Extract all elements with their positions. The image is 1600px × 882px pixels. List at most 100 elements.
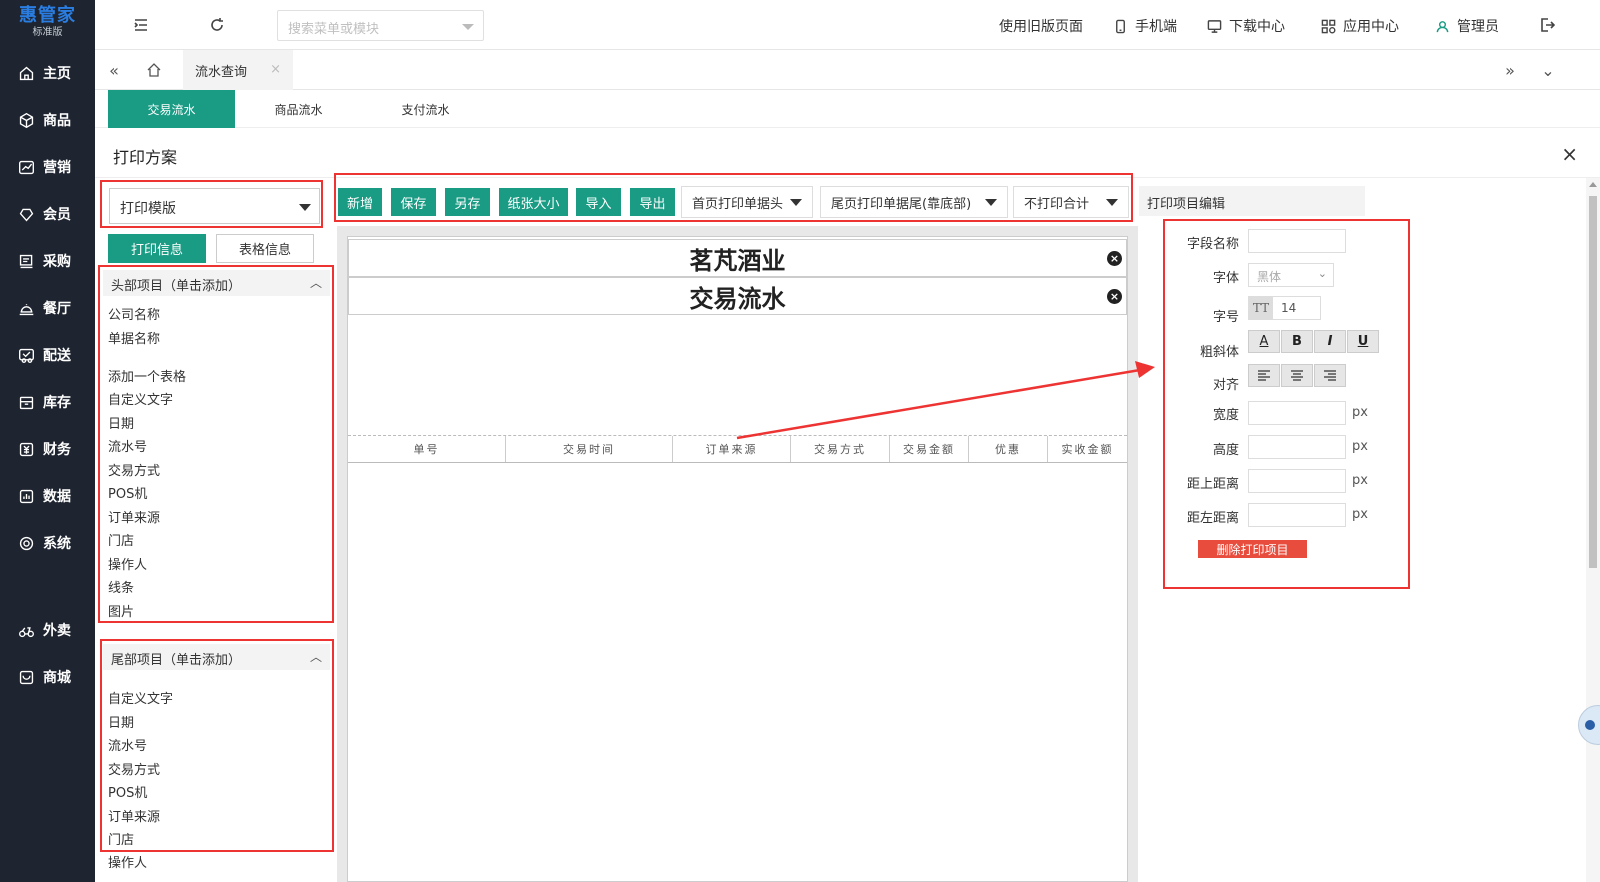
sidebar-item-marketing[interactable]: 营销: [0, 147, 95, 187]
footer-item-store[interactable]: 门店: [108, 829, 134, 848]
subtab-goods-flow[interactable]: 商品流水: [235, 90, 362, 128]
close-tab-icon[interactable]: ×: [270, 62, 281, 77]
width-input[interactable]: [1248, 401, 1346, 425]
align-left-icon[interactable]: [1248, 364, 1280, 387]
header-item-pos[interactable]: POS机: [108, 483, 147, 502]
sidebar-item-finance[interactable]: 财务: [0, 429, 95, 469]
chevron-down-icon[interactable]: ⌄: [1529, 50, 1567, 90]
header-print-select[interactable]: 首页打印单据头: [681, 186, 813, 218]
header-item-store[interactable]: 门店: [108, 530, 134, 549]
search-input[interactable]: 搜索菜单或模块: [277, 10, 484, 41]
user-menu[interactable]: 管理员: [1435, 16, 1499, 36]
italic-button[interactable]: I: [1314, 330, 1346, 353]
sidebar-item-inventory[interactable]: 库存: [0, 382, 95, 422]
field-name-input[interactable]: [1248, 229, 1346, 253]
font-color-button[interactable]: A: [1248, 330, 1280, 353]
canvas-company-name[interactable]: 茗芃酒业 ×: [348, 239, 1127, 277]
header-items-section[interactable]: 头部项目（单击添加） ︿: [103, 270, 330, 296]
header-item-add-table[interactable]: 添加一个表格: [108, 366, 186, 385]
top-offset-input[interactable]: [1248, 469, 1346, 493]
menu-toggle-icon[interactable]: [131, 15, 151, 35]
print-info-button[interactable]: 打印信息: [108, 234, 206, 263]
header-item-doc-name[interactable]: 单据名称: [108, 328, 160, 347]
font-select[interactable]: 黑体 ⌄: [1248, 263, 1334, 287]
table-info-button[interactable]: 表格信息: [216, 234, 314, 263]
scrollbar-thumb[interactable]: [1589, 196, 1597, 568]
header-item-date[interactable]: 日期: [108, 413, 134, 432]
header-item-company[interactable]: 公司名称: [108, 304, 160, 323]
sidebar-item-member[interactable]: 会员: [0, 194, 95, 234]
subtab-transaction-flow[interactable]: 交易流水: [108, 90, 235, 128]
header-item-line[interactable]: 线条: [108, 577, 134, 596]
sidebar-item-delivery[interactable]: 配送: [0, 335, 95, 375]
remove-icon[interactable]: ×: [1107, 251, 1122, 266]
align-center-icon[interactable]: [1281, 364, 1313, 387]
sidebar-item-mall[interactable]: 商城: [0, 657, 95, 697]
tab-flow-query[interactable]: 流水查询 ×: [183, 50, 293, 90]
column-header[interactable]: 交易时间: [506, 436, 673, 462]
scrollbar[interactable]: [1586, 178, 1600, 882]
header-item-order-source[interactable]: 订单来源: [108, 507, 160, 526]
print-canvas[interactable]: 茗芃酒业 × 交易流水 × 单号 交易时间 订单来源 交易方式 交易金额 优惠 …: [347, 236, 1128, 882]
home-tab-icon[interactable]: [135, 50, 173, 90]
scroll-right-icon[interactable]: »: [1491, 50, 1529, 90]
sidebar-item-goods[interactable]: 商品: [0, 100, 95, 140]
height-input[interactable]: [1248, 435, 1346, 459]
column-header[interactable]: 交易金额: [890, 436, 969, 462]
import-button[interactable]: 导入: [576, 188, 621, 216]
mobile-link[interactable]: 手机端: [1113, 16, 1177, 36]
sidebar-item-data[interactable]: 数据: [0, 476, 95, 516]
column-header[interactable]: 优惠: [969, 436, 1048, 462]
old-page-link[interactable]: 使用旧版页面: [999, 16, 1083, 36]
bold-button[interactable]: B: [1281, 330, 1313, 353]
sidebar-item-takeout[interactable]: 外卖: [0, 610, 95, 650]
delete-print-item-button[interactable]: 删除打印项目: [1198, 540, 1307, 558]
new-button[interactable]: 新增: [338, 188, 382, 216]
align-right-icon[interactable]: [1314, 364, 1346, 387]
column-header[interactable]: 实收金额: [1048, 436, 1127, 462]
scroll-up-icon[interactable]: [1589, 182, 1597, 187]
save-as-button[interactable]: 另存: [445, 188, 490, 216]
export-button[interactable]: 导出: [630, 188, 675, 216]
close-icon[interactable]: ×: [1561, 142, 1578, 166]
footer-print-select[interactable]: 尾页打印单据尾(靠底部): [820, 186, 1008, 218]
subtab-payment-flow[interactable]: 支付流水: [362, 90, 489, 128]
remove-icon[interactable]: ×: [1107, 289, 1122, 304]
header-item-serial[interactable]: 流水号: [108, 436, 147, 455]
column-header[interactable]: 交易方式: [791, 436, 890, 462]
header-item-operator[interactable]: 操作人: [108, 554, 147, 573]
column-header[interactable]: 单号: [348, 436, 506, 462]
sidebar-item-restaurant[interactable]: 餐厅: [0, 288, 95, 328]
table-header[interactable]: 单号 交易时间 订单来源 交易方式 交易金额 优惠 实收金额: [348, 435, 1127, 463]
chevron-up-icon[interactable]: ︿: [310, 274, 322, 291]
canvas-doc-name[interactable]: 交易流水 ×: [348, 277, 1127, 315]
footer-items-section[interactable]: 尾部项目（单击添加） ︿: [103, 644, 330, 670]
footer-item-pos[interactable]: POS机: [108, 782, 147, 801]
sidebar-item-home[interactable]: 主页: [0, 53, 95, 93]
footer-item-order-source[interactable]: 订单来源: [108, 806, 160, 825]
footer-item-operator[interactable]: 操作人: [108, 852, 147, 871]
font-size-input[interactable]: TT 14: [1248, 296, 1321, 320]
app-center-link[interactable]: 应用中心: [1321, 16, 1399, 36]
app-logo[interactable]: 惠管家 标准版: [0, 0, 95, 48]
footer-item-serial[interactable]: 流水号: [108, 735, 147, 754]
footer-item-date[interactable]: 日期: [108, 712, 134, 731]
download-center-link[interactable]: 下载中心: [1207, 16, 1285, 36]
chevron-up-icon[interactable]: ︿: [310, 648, 322, 665]
left-offset-input[interactable]: [1248, 503, 1346, 527]
column-header[interactable]: 订单来源: [673, 436, 791, 462]
paper-size-button[interactable]: 纸张大小: [499, 188, 568, 216]
footer-item-pay-method[interactable]: 交易方式: [108, 759, 160, 778]
header-item-custom-text[interactable]: 自定义文字: [108, 389, 173, 408]
sidebar-item-system[interactable]: 系统: [0, 523, 95, 563]
logout-icon[interactable]: [1537, 15, 1557, 35]
scroll-left-icon[interactable]: «: [95, 50, 133, 90]
footer-item-custom-text[interactable]: 自定义文字: [108, 688, 173, 707]
underline-button[interactable]: U: [1347, 330, 1379, 353]
total-print-select[interactable]: 不打印合计: [1013, 186, 1129, 218]
template-select[interactable]: 打印模版: [109, 188, 320, 224]
save-button[interactable]: 保存: [391, 188, 436, 216]
header-item-pay-method[interactable]: 交易方式: [108, 460, 160, 479]
sidebar-item-purchase[interactable]: 采购: [0, 241, 95, 281]
refresh-icon[interactable]: [207, 15, 227, 35]
